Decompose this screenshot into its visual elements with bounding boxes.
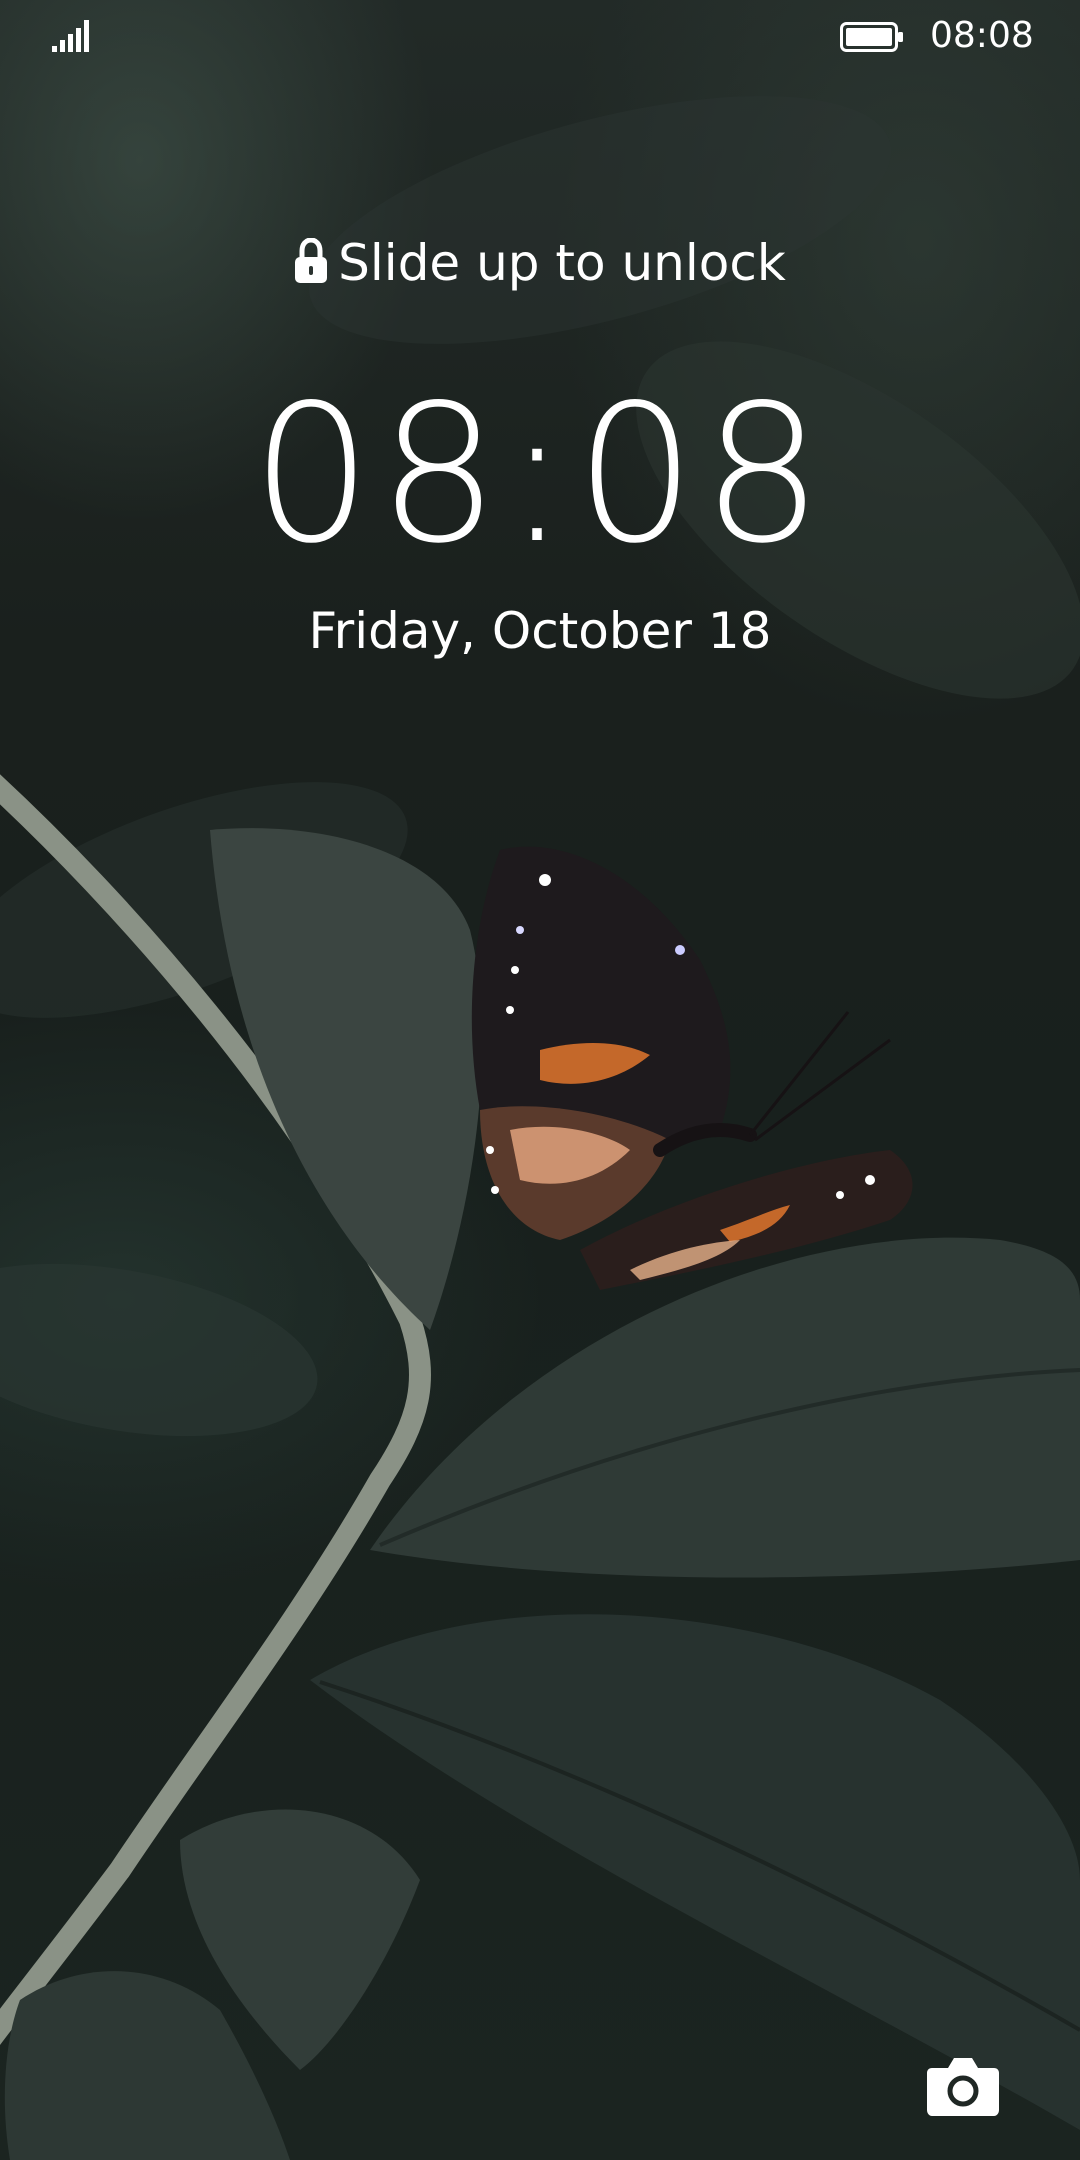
signal-strength-icon (52, 20, 89, 52)
lockscreen-date: Friday, October 18 (308, 602, 772, 660)
lockscreen-clock: 08:08 (251, 364, 829, 585)
butterfly-leaves-photo (0, 96, 1080, 2160)
lock-icon (295, 238, 328, 283)
lockscreen-wallpaper (0, 0, 1080, 2160)
unlock-hint-label: Slide up to unlock (338, 234, 786, 292)
status-bar: 08:08 (0, 0, 1080, 72)
status-time: 08:08 (930, 15, 1034, 56)
camera-icon[interactable] (926, 2054, 1000, 2118)
battery-full-icon (840, 22, 903, 52)
unlock-hint[interactable]: Slide up to unlock (0, 232, 1080, 294)
